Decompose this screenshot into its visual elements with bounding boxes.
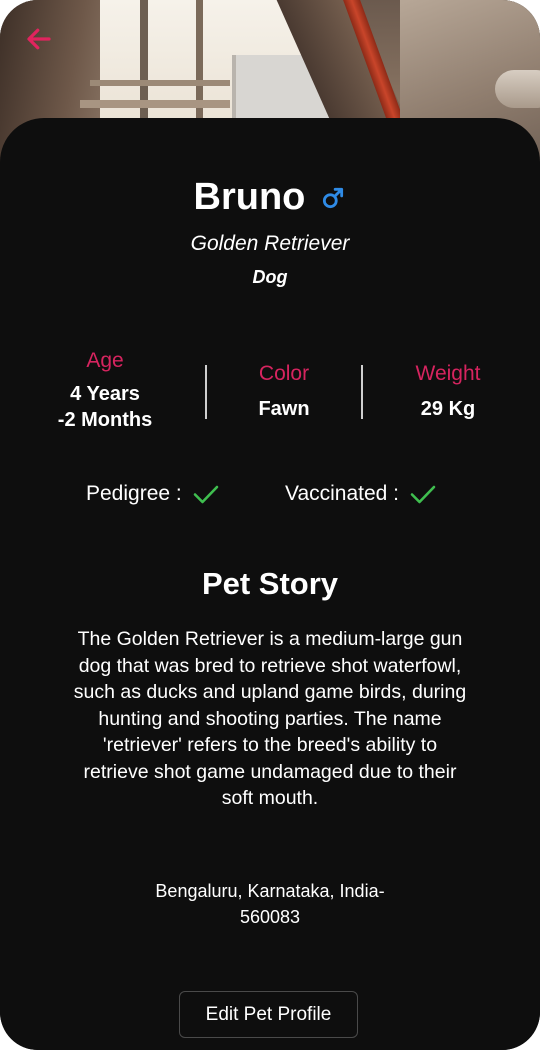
stat-age: Age 4 Years -2 Months bbox=[30, 349, 180, 433]
pet-profile-screen: Bruno Golden Retriever Dog Age 4 Years -… bbox=[0, 0, 540, 1050]
photo-beam bbox=[80, 100, 230, 108]
stat-age-label: Age bbox=[86, 349, 124, 372]
checkmark-icon bbox=[409, 482, 437, 506]
pet-checks: Pedigree : Vaccinated : bbox=[0, 482, 540, 512]
checkmark-icon bbox=[192, 482, 220, 506]
pet-breed: Golden Retriever bbox=[190, 232, 350, 255]
stat-color: Color Fawn bbox=[209, 362, 359, 422]
pet-story-title: Pet Story bbox=[201, 566, 339, 601]
photo-beam bbox=[90, 80, 230, 86]
pet-name: Bruno bbox=[193, 176, 306, 218]
stat-divider bbox=[205, 365, 207, 419]
back-button[interactable] bbox=[24, 24, 54, 54]
edit-pet-profile-button[interactable]: Edit Pet Profile bbox=[179, 991, 358, 1038]
stat-divider bbox=[361, 365, 363, 419]
stat-weight-label: Weight bbox=[415, 362, 481, 385]
stat-age-value: 4 Years -2 Months bbox=[57, 383, 153, 431]
pedigree-status: Pedigree : bbox=[86, 482, 220, 506]
arrow-left-icon bbox=[27, 28, 51, 50]
pet-story-text: The Golden Retriever is a medium-large g… bbox=[73, 628, 467, 809]
vaccinated-status: Vaccinated : bbox=[285, 482, 437, 506]
photo-pipe bbox=[495, 70, 540, 108]
vaccinated-label: Vaccinated : bbox=[285, 482, 400, 505]
male-symbol-icon bbox=[320, 185, 346, 211]
stat-weight-value: 29 Kg bbox=[420, 398, 476, 420]
pet-stats: Age 4 Years -2 Months Color Fawn Weight … bbox=[0, 345, 540, 445]
stat-color-label: Color bbox=[258, 362, 310, 385]
pet-species: Dog bbox=[252, 267, 288, 287]
pet-address: Bengaluru, Karnataka, India-560083 bbox=[155, 881, 385, 927]
stat-color-value: Fawn bbox=[258, 398, 310, 420]
stat-weight: Weight 29 Kg bbox=[373, 362, 523, 422]
pedigree-label: Pedigree : bbox=[86, 482, 182, 505]
name-row: Bruno bbox=[0, 176, 540, 224]
